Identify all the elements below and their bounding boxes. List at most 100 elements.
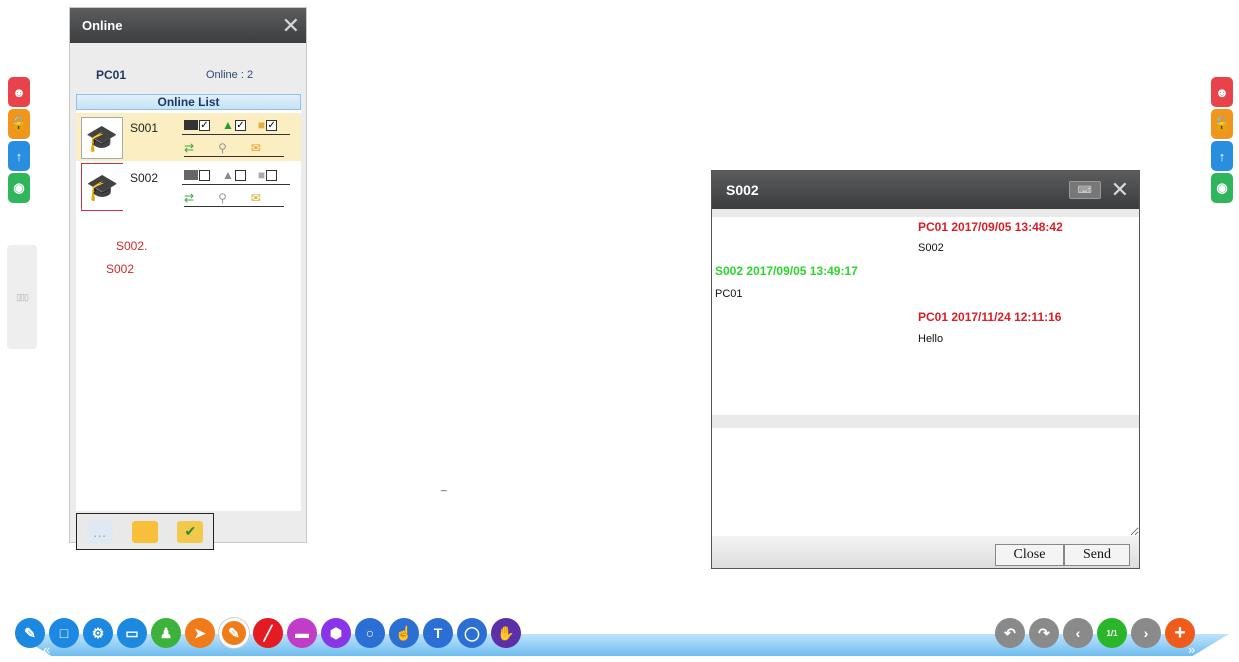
dash-mark: _ xyxy=(441,481,447,492)
page-indicator: 1/1 xyxy=(1097,618,1127,648)
lock-icon: ■ xyxy=(257,118,266,132)
lock-control: ■ ✓ xyxy=(257,118,278,132)
pointer-icon[interactable]: ➤ xyxy=(185,618,215,648)
upload-icon[interactable]: ↑ xyxy=(1211,141,1233,171)
chat-icon[interactable]: … xyxy=(86,520,113,543)
eye-icon[interactable]: ◉ xyxy=(1211,173,1233,203)
gear-icon[interactable]: ⚙ xyxy=(83,618,113,648)
right-side-toolbar: ☻ 🔓 ↑ ◉ xyxy=(1211,77,1233,203)
divider xyxy=(182,184,290,185)
prev-page-icon[interactable]: ‹ xyxy=(1063,618,1093,648)
message-body: PC01 xyxy=(715,288,743,300)
upload-checkbox[interactable]: ✓ xyxy=(234,119,246,131)
unlock-icon[interactable]: 🔓 xyxy=(1211,109,1233,139)
message-header: PC01 2017/11/24 12:11:16 xyxy=(918,310,1062,324)
online-list: Online List 🎓 S001 ✓ ▲ ✓ ■ ✓ ⇄ ⚲ ✉ 🎓 S002 xyxy=(76,94,301,511)
online-panel-footer: … ✔ xyxy=(76,513,214,550)
send-button[interactable]: Send xyxy=(1064,544,1130,566)
upload-checkbox[interactable] xyxy=(234,169,246,181)
shape-icon[interactable]: ⬢ xyxy=(321,618,351,648)
message-body: S002 xyxy=(918,242,944,254)
message-header: PC01 2017/09/05 13:48:42 xyxy=(918,220,1063,234)
unlock-icon[interactable]: 🔓 xyxy=(8,109,30,139)
upload-icon[interactable]: ↑ xyxy=(8,141,30,171)
chat-title: S002 xyxy=(726,182,759,198)
chat-header: S002 ⌨ ✕ xyxy=(712,171,1139,209)
hand-pointer-icon[interactable]: ☝ xyxy=(389,618,419,648)
online-panel-header: Online ✕ xyxy=(70,8,306,43)
upload-circle-icon: ▲ xyxy=(222,168,234,182)
message-header: S002 2017/09/05 13:49:17 xyxy=(715,264,858,278)
pc-name: PC01 xyxy=(96,68,127,82)
tool-group-left: ✎ □ ⚙ ▭ ♟ ➤ ✎ ╱ ▬ ⬢ ○ ☝ T ◯ ✋ xyxy=(15,618,521,648)
divider xyxy=(184,156,284,157)
chat-top-strip xyxy=(712,209,1139,217)
monitor-icon[interactable]: □ xyxy=(49,618,79,648)
screen-control: ✓ xyxy=(184,118,210,132)
folder-icon[interactable] xyxy=(131,520,158,543)
eraser-icon[interactable]: ▬ xyxy=(287,618,317,648)
redo-icon[interactable]: ↷ xyxy=(1029,618,1059,648)
next-page-icon[interactable]: › xyxy=(1131,618,1161,648)
online-panel: Online ✕ PC01 Online : 2 Online List 🎓 S… xyxy=(69,7,307,550)
text-icon[interactable]: T xyxy=(423,618,453,648)
add-page-icon[interactable]: + xyxy=(1165,618,1195,648)
fill-icon[interactable]: ◯ xyxy=(457,618,487,648)
left-side-toolbar: ☻ 🔓 ↑ ◉ xyxy=(8,77,30,203)
keyboard-icon[interactable]: ⌨ xyxy=(1068,181,1101,199)
chat-separator xyxy=(712,415,1139,428)
pen-icon[interactable]: ✎ xyxy=(219,618,249,648)
lock-checkbox[interactable]: ✓ xyxy=(266,119,278,131)
lock-icon: ■ xyxy=(257,168,266,182)
student-name: S001 xyxy=(130,121,159,135)
chat-messages: PC01 2017/09/05 13:48:42 S002 S002 2017/… xyxy=(712,217,1139,415)
student-row[interactable]: 🎓 S002 ▲ ■ ⇄ ⚲ ✉ xyxy=(76,163,301,211)
folder-open-icon[interactable]: ▭ xyxy=(117,618,147,648)
swap-icon[interactable]: ⇄ xyxy=(184,191,194,205)
upload-circle-icon: ▲ xyxy=(222,118,234,132)
eye-icon[interactable]: ◉ xyxy=(8,173,30,203)
monitor-icon xyxy=(184,170,198,180)
magnify-icon[interactable]: ⚲ xyxy=(218,191,227,205)
lock-checkbox[interactable] xyxy=(266,169,278,181)
divider xyxy=(182,134,290,135)
screen-checkbox[interactable] xyxy=(199,169,210,181)
user-list-icon[interactable]: ☻ xyxy=(1211,77,1233,107)
monitor-icon xyxy=(184,120,198,130)
swap-icon[interactable]: ⇄ xyxy=(184,141,194,155)
line-icon[interactable]: ╱ xyxy=(253,618,283,648)
close-button[interactable]: Close xyxy=(995,544,1064,566)
send-envelope-icon[interactable]: ✔ xyxy=(177,520,204,543)
close-icon[interactable]: ✕ xyxy=(282,14,300,37)
online-list-header: Online List xyxy=(76,94,301,110)
circle-icon[interactable]: ○ xyxy=(355,618,385,648)
send-file-icon[interactable]: ✉ xyxy=(251,141,261,155)
note-text: S002. xyxy=(116,239,148,253)
upload-control: ▲ xyxy=(222,168,246,182)
online-panel-title: Online xyxy=(82,18,123,33)
note-text: S002 xyxy=(106,262,135,276)
message-body: Hello xyxy=(918,333,944,345)
lock-control: ■ xyxy=(257,168,278,182)
student-row[interactable]: 🎓 S001 ✓ ▲ ✓ ■ ✓ ⇄ ⚲ ✉ xyxy=(76,113,301,161)
tool-group-right: ↶ ↷ ‹ 1/1 › + xyxy=(995,618,1195,648)
screen-checkbox[interactable]: ✓ xyxy=(199,119,210,131)
hand-icon[interactable]: ✋ xyxy=(491,618,521,648)
close-icon[interactable]: ✕ xyxy=(1111,179,1129,201)
student-avatar: 🎓 xyxy=(81,163,123,211)
side-drawer-handle[interactable]: ▯▯▯ xyxy=(7,245,37,349)
divider xyxy=(184,206,284,207)
student-name: S002 xyxy=(130,171,159,185)
undo-icon[interactable]: ↶ xyxy=(995,618,1025,648)
user-list-icon[interactable]: ☻ xyxy=(8,77,30,107)
message-input[interactable] xyxy=(712,428,1139,536)
online-count: Online : 2 xyxy=(206,69,254,81)
send-file-icon[interactable]: ✉ xyxy=(251,191,261,205)
pc-info: PC01 Online : 2 xyxy=(96,68,253,82)
upload-control: ▲ ✓ xyxy=(222,118,246,132)
edit-icon[interactable]: ✎ xyxy=(15,618,45,648)
interaction-icon[interactable]: ♟ xyxy=(151,618,181,648)
magnify-icon[interactable]: ⚲ xyxy=(218,141,227,155)
chat-dialog: S002 ⌨ ✕ PC01 2017/09/05 13:48:42 S002 S… xyxy=(711,170,1140,569)
screen-control xyxy=(184,168,210,182)
